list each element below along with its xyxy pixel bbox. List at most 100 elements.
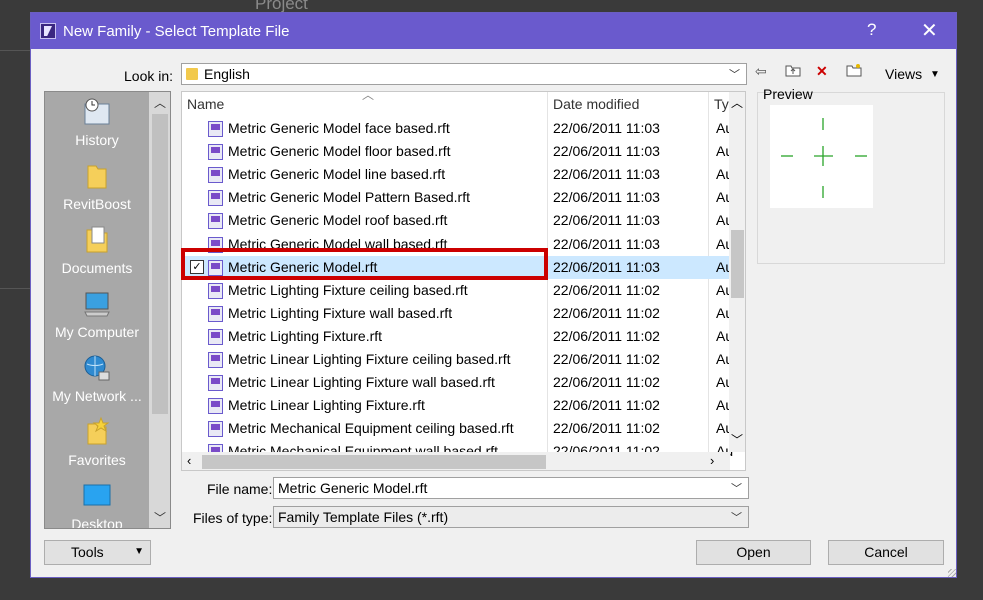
- cancel-button[interactable]: Cancel: [828, 540, 944, 565]
- file-name: Metric Linear Lighting Fixture.rft: [228, 397, 425, 414]
- tools-label: Tools: [71, 544, 104, 560]
- folder-icon: [87, 165, 107, 189]
- file-name: Metric Generic Model roof based.rft: [228, 212, 448, 229]
- places-scrollbar[interactable]: ︿ ﹀: [149, 92, 170, 528]
- rft-file-icon: [208, 167, 223, 184]
- place-desktop[interactable]: Desktop: [45, 480, 149, 529]
- file-list-vertical-scrollbar[interactable]: ︿ ﹀: [729, 92, 745, 452]
- places-bar: History RevitBoost Documents My Computer…: [44, 91, 171, 529]
- rft-file-icon: [208, 398, 223, 415]
- rft-file-icon: [208, 328, 223, 345]
- help-button[interactable]: ?: [867, 20, 876, 40]
- rft-file-icon: [208, 282, 223, 299]
- red-highlight-box: [181, 248, 548, 280]
- file-row[interactable]: Metric Lighting Fixture.rft 22/06/2011 11…: [182, 325, 733, 348]
- rft-file-icon: [208, 144, 223, 161]
- place-label: Documents: [61, 260, 133, 276]
- tools-button[interactable]: Tools ▼: [44, 540, 151, 565]
- place-label: Desktop: [71, 516, 123, 529]
- preview-crosshair-icon: [781, 118, 867, 198]
- tools-dropdown-icon: ▼: [134, 546, 144, 557]
- place-favorites[interactable]: Favorites: [45, 416, 149, 468]
- chevron-down-icon[interactable]: ﹀: [731, 480, 742, 496]
- close-button[interactable]: ✕: [921, 18, 938, 43]
- file-date: 22/06/2011 11:03: [553, 235, 660, 252]
- place-revitboost[interactable]: RevitBoost: [45, 160, 149, 212]
- preview-label: Preview: [763, 86, 813, 102]
- scroll-thumb[interactable]: [731, 230, 744, 298]
- resize-grip[interactable]: [948, 569, 956, 577]
- place-my-computer[interactable]: My Computer: [45, 288, 149, 340]
- file-date: 22/06/2011 11:02: [553, 397, 660, 414]
- file-row[interactable]: Metric Lighting Fixture ceiling based.rf…: [182, 279, 733, 302]
- file-date: 22/06/2011 11:02: [553, 420, 660, 437]
- scroll-left-icon[interactable]: ‹: [187, 453, 191, 468]
- delete-icon[interactable]: ✕: [816, 63, 828, 80]
- look-in-value: English: [204, 66, 250, 82]
- file-row[interactable]: Metric Generic Model Pattern Based.rft 22…: [182, 186, 733, 209]
- place-label: Favorites: [68, 452, 126, 468]
- file-date: 22/06/2011 11:03: [553, 120, 660, 136]
- file-list-horizontal-scrollbar[interactable]: ‹ ›: [182, 452, 730, 470]
- file-name: Metric Linear Lighting Fixture wall base…: [228, 374, 495, 391]
- preview-image: [770, 105, 873, 208]
- rft-file-icon: [208, 375, 223, 392]
- scroll-thumb[interactable]: [152, 114, 168, 414]
- file-date: 22/06/2011 11:02: [553, 304, 660, 321]
- file-name-input[interactable]: Metric Generic Model.rft ﹀: [273, 477, 749, 499]
- file-row[interactable]: Metric Lighting Fixture wall based.rft 22…: [182, 302, 733, 325]
- file-name: Metric Generic Model face based.rft: [228, 120, 450, 136]
- files-of-type-value: Family Template Files (*.rft): [278, 509, 449, 525]
- new-family-dialog: New Family - Select Template File ? ✕ Lo…: [30, 12, 957, 578]
- back-icon[interactable]: ⇦: [755, 63, 767, 80]
- files-of-type-dropdown[interactable]: Family Template Files (*.rft) ﹀: [273, 506, 749, 528]
- file-row[interactable]: Metric Linear Lighting Fixture.rft 22/06/…: [182, 394, 733, 417]
- file-name: Metric Mechanical Equipment ceiling base…: [228, 420, 514, 437]
- file-row[interactable]: Metric Generic Model line based.rft 22/06…: [182, 163, 733, 186]
- file-list[interactable]: ︿ Name Date modified Ty Metric Generic M…: [181, 91, 746, 471]
- scroll-thumb[interactable]: [202, 455, 546, 469]
- network-icon: [84, 355, 110, 381]
- file-name-label: File name:: [207, 481, 273, 497]
- column-header-name[interactable]: Name: [187, 92, 224, 116]
- sort-ascending-icon: ︿: [362, 91, 375, 102]
- file-row[interactable]: Metric Generic Model roof based.rft 22/06…: [182, 209, 733, 232]
- file-date: 22/06/2011 11:03: [553, 166, 660, 183]
- new-folder-icon[interactable]: [846, 63, 862, 80]
- title-bar[interactable]: New Family - Select Template File ? ✕: [31, 13, 956, 49]
- rft-file-icon: [208, 121, 223, 137]
- file-row[interactable]: Metric Mechanical Equipment ceiling base…: [182, 417, 733, 440]
- column-header-type[interactable]: Ty: [714, 92, 729, 116]
- column-header-date[interactable]: Date modified: [553, 92, 639, 116]
- views-dropdown-icon[interactable]: ▼: [930, 69, 940, 80]
- open-button[interactable]: Open: [696, 540, 811, 565]
- place-history[interactable]: History: [45, 96, 149, 148]
- scroll-right-icon[interactable]: ›: [710, 453, 714, 468]
- file-row[interactable]: Metric Generic Model face based.rft 22/06…: [182, 117, 733, 140]
- place-my-network[interactable]: My Network ...: [45, 352, 149, 404]
- rft-file-icon: [208, 305, 223, 322]
- views-menu[interactable]: Views: [885, 66, 922, 82]
- files-of-type-label: Files of type:: [193, 510, 273, 526]
- scroll-up-icon[interactable]: ︿: [731, 94, 743, 111]
- favorites-icon: [87, 416, 110, 445]
- file-row[interactable]: Metric Linear Lighting Fixture wall base…: [182, 371, 733, 394]
- scroll-up-icon[interactable]: ︿: [154, 94, 166, 111]
- file-date: 22/06/2011 11:03: [553, 258, 660, 275]
- chevron-down-icon: ﹀: [729, 69, 740, 81]
- scroll-down-icon[interactable]: ﹀: [731, 431, 743, 448]
- place-documents[interactable]: Documents: [45, 224, 149, 276]
- file-name: Metric Generic Model floor based.rft: [228, 143, 451, 160]
- chevron-down-icon[interactable]: ﹀: [731, 509, 742, 525]
- file-date: 22/06/2011 11:03: [553, 143, 660, 160]
- place-label: My Computer: [54, 324, 140, 340]
- file-date: 22/06/2011 11:02: [553, 281, 660, 298]
- file-row[interactable]: Metric Generic Model floor based.rft 22/0…: [182, 140, 733, 163]
- file-row[interactable]: Metric Linear Lighting Fixture ceiling b…: [182, 348, 733, 371]
- look-in-dropdown[interactable]: English ﹀: [181, 63, 747, 85]
- background-divider: [0, 288, 30, 289]
- up-folder-icon[interactable]: [785, 63, 801, 80]
- place-label: History: [75, 132, 119, 148]
- revit-app-icon: [40, 23, 56, 39]
- scroll-down-icon[interactable]: ﹀: [154, 509, 166, 526]
